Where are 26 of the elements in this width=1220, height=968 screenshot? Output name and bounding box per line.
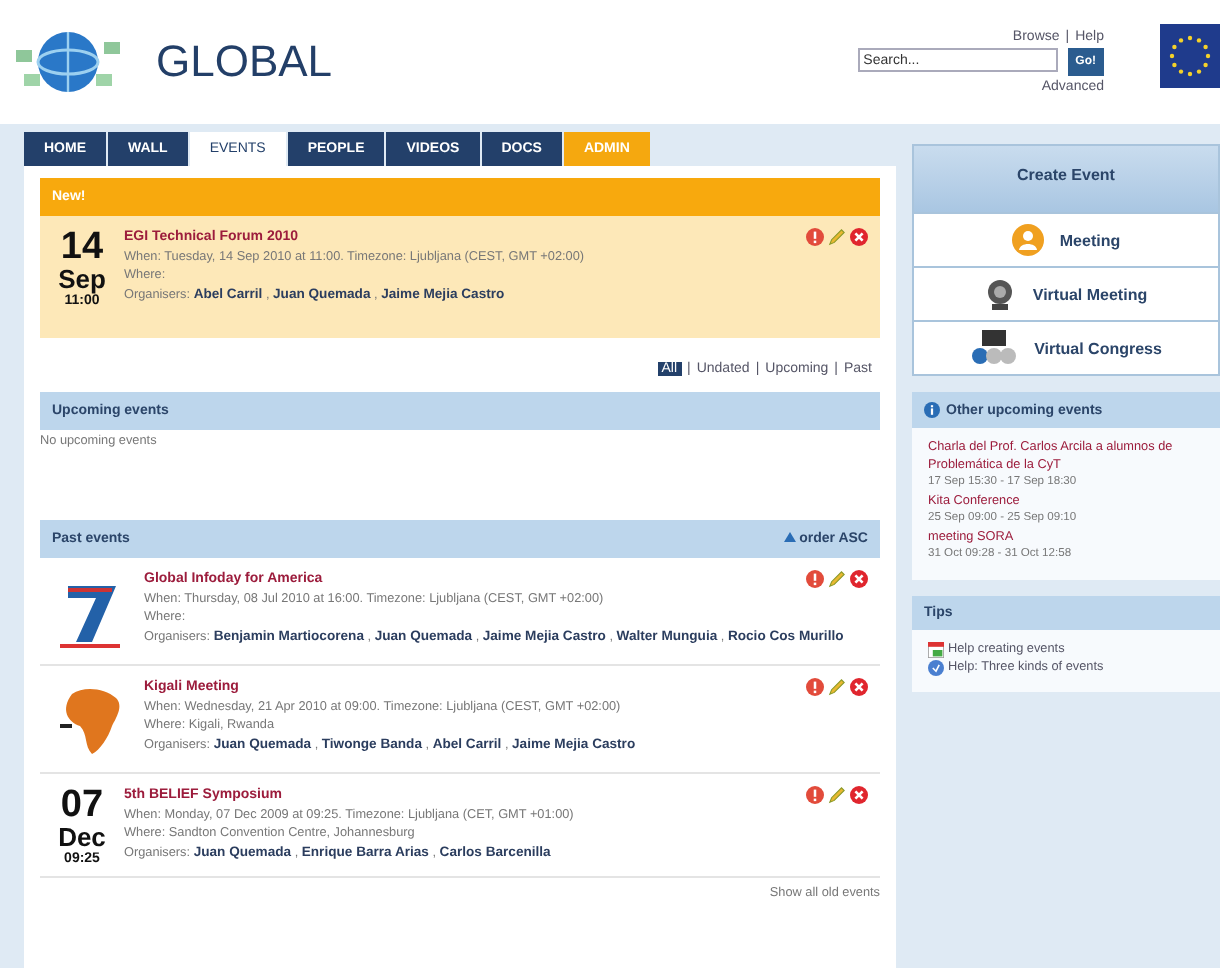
stars-flag-icon: [1160, 24, 1220, 88]
pencil-icon[interactable]: [828, 678, 846, 696]
monitor-people-icon: [970, 330, 1019, 366]
date-day: 07: [60, 786, 104, 824]
date-month: Dec: [58, 824, 106, 850]
calendar-icon: [928, 641, 944, 657]
delete-icon[interactable]: [850, 786, 868, 804]
delete-icon[interactable]: [850, 570, 868, 588]
help-icon: [928, 659, 944, 675]
info-icon[interactable]: [806, 786, 824, 804]
person-icon: [1011, 224, 1044, 256]
create-event-header: Create Event: [914, 146, 1218, 212]
info-icon[interactable]: [806, 570, 824, 588]
site-title: GLOBAL: [156, 36, 333, 88]
info-icon[interactable]: [806, 228, 824, 246]
date-month: Sep: [58, 266, 106, 292]
pencil-icon[interactable]: [828, 786, 846, 804]
delete-icon[interactable]: [850, 678, 868, 696]
pencil-icon[interactable]: [828, 570, 846, 588]
delete-icon[interactable]: [850, 228, 868, 246]
info-icon[interactable]: [806, 678, 824, 696]
webcam-icon: [984, 278, 1017, 310]
info-icon: [924, 402, 940, 418]
pencil-icon[interactable]: [828, 228, 846, 246]
up-triangle-icon: [783, 532, 796, 542]
date-day: 14: [60, 228, 104, 266]
